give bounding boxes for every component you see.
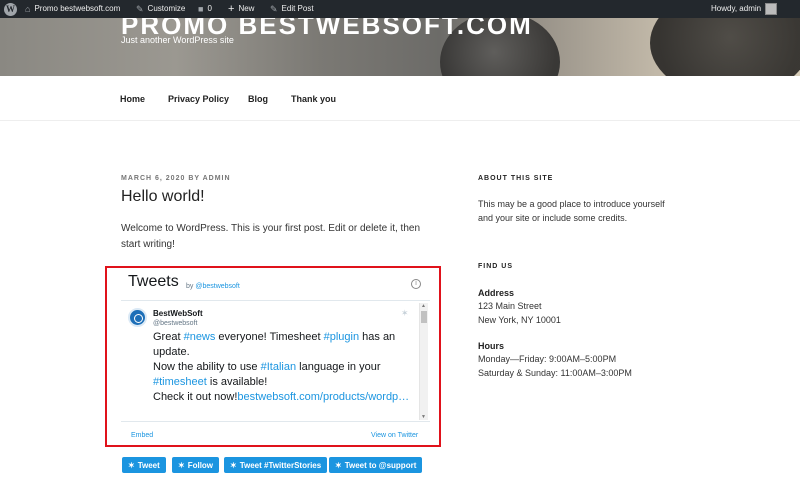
twitter-bird-icon: ✶ — [178, 460, 185, 470]
edit-post-label: Edit Post — [281, 4, 314, 13]
admin-bar-new[interactable]: + New — [228, 0, 254, 18]
tweet-text-part: language in your — [296, 361, 381, 373]
post-by: BY — [188, 175, 200, 182]
twitter-bird-icon: ✶ — [230, 460, 237, 470]
new-label: New — [238, 4, 255, 13]
nav-item-home[interactable]: Home — [120, 94, 145, 104]
tweet-button[interactable]: ✶ Tweet — [122, 457, 166, 473]
plus-icon: + — [228, 3, 235, 15]
tweets-title: Tweets — [128, 273, 179, 290]
tweet-to-support-button-label: Tweet to @support — [344, 460, 417, 470]
tweet-text-part: Now the ability to use — [153, 361, 261, 373]
nav-item-blog[interactable]: Blog — [248, 94, 268, 104]
scrollbar-thumb[interactable] — [421, 311, 427, 323]
user-avatar — [765, 3, 778, 15]
comment-icon: ■ — [198, 4, 204, 14]
post-title: Hello world! — [121, 188, 205, 205]
scroll-down-arrow-icon[interactable]: ▼ — [421, 414, 426, 420]
tweets-by: by @bestwebsoft — [186, 283, 240, 290]
embed-link[interactable]: Embed — [131, 432, 153, 439]
find-us-heading: FIND US — [478, 263, 513, 270]
admin-bar-site-link[interactable]: ⌂ Promo bestwebsoft.com — [25, 0, 120, 18]
post-meta: MARCH 6, 2020 BY ADMIN — [121, 175, 231, 182]
hours-label: Hours — [478, 341, 505, 351]
tweet-text-part: everyone! Timesheet — [215, 331, 324, 343]
tweet-text-part: Great — [153, 331, 184, 343]
address-label: Address — [478, 288, 515, 298]
tweet-author-name[interactable]: BestWebSoft — [153, 309, 203, 318]
tweet-feed-scrollbar[interactable]: ▲ ▼ — [419, 303, 428, 420]
info-icon[interactable]: i — [411, 279, 421, 289]
tweet-text: Great #news everyone! Timesheet #plugin … — [153, 330, 415, 405]
site-name-label: Promo bestwebsoft.com — [34, 4, 121, 13]
pencil-icon: ✎ — [270, 4, 278, 14]
twitter-bird-icon: ✶ — [128, 460, 135, 470]
admin-bar: W ⌂ Promo bestwebsoft.com ✎ Customize ■ … — [0, 0, 800, 18]
tweet-to-support-button[interactable]: ✶ Tweet to @support — [329, 457, 423, 473]
about-text: This may be a good place to introduce yo… — [478, 199, 665, 223]
hashtag-link[interactable]: #plugin — [324, 331, 359, 343]
hours-line-2: Saturday & Sunday: 11:00AM–3:00PM — [478, 368, 632, 378]
hours-line-1: Monday—Friday: 9:00AM–5:00PM — [478, 354, 617, 364]
scroll-up-arrow-icon[interactable]: ▲ — [421, 303, 426, 309]
post-date[interactable]: MARCH 6, 2020 — [121, 175, 185, 182]
admin-bar-edit-post[interactable]: ✎ Edit Post — [270, 0, 314, 18]
address-line-1: 123 Main Street — [478, 301, 542, 311]
tweet-hashtag-button[interactable]: ✶ Tweet #TwitterStories — [224, 457, 328, 473]
tweets-by-word: by — [186, 283, 194, 290]
site-header: PROMO BESTWEBSOFT.COM Just another WordP… — [0, 18, 800, 76]
hashtag-link[interactable]: #Italian — [261, 361, 296, 373]
hashtag-link[interactable]: #news — [184, 331, 216, 343]
about-heading: ABOUT THIS SITE — [478, 175, 554, 182]
wp-logo-menu[interactable]: W — [4, 0, 17, 18]
howdy-label: Howdy, admin — [711, 4, 762, 13]
tweet-text-part: is available! — [206, 376, 268, 388]
comments-count: 0 — [207, 4, 212, 13]
home-icon: ⌂ — [25, 4, 31, 14]
nav-item-thank-you[interactable]: Thank you — [291, 94, 336, 104]
main-navigation: Home Privacy Policy Blog Thank you — [0, 76, 800, 121]
address-line-2: New York, NY 10001 — [478, 315, 561, 325]
tweet-text-part: Check it out now! — [153, 391, 238, 403]
twitter-bird-icon: ✶ — [335, 460, 342, 470]
admin-bar-comments[interactable]: ■ 0 — [198, 0, 212, 18]
post-content: Welcome to WordPress. This is your first… — [121, 223, 421, 250]
view-on-twitter-link[interactable]: View on Twitter — [371, 432, 418, 439]
tweet-last-line: Check it out now!bestwebsoft.com/product… — [153, 390, 415, 405]
follow-button[interactable]: ✶ Follow — [172, 457, 220, 473]
tweet-button-label: Tweet — [137, 460, 160, 470]
follow-button-label: Follow — [187, 460, 214, 470]
tweet-author-avatar[interactable] — [128, 308, 147, 327]
tweet-url-link[interactable]: bestwebsoft.com/products/wordp… — [237, 391, 409, 403]
tweet-hashtag-button-label: Tweet #TwitterStories — [239, 460, 322, 470]
site-tagline: Just another WordPress site — [121, 35, 234, 45]
admin-bar-customize[interactable]: ✎ Customize — [136, 0, 185, 18]
twitter-bird-icon[interactable]: ✶ — [401, 308, 409, 319]
wordpress-logo-icon: W — [4, 2, 17, 16]
customize-label: Customize — [147, 4, 186, 13]
header-image-orb-right — [650, 18, 800, 76]
post-author[interactable]: ADMIN — [203, 175, 231, 182]
nav-item-privacy-policy[interactable]: Privacy Policy — [168, 94, 229, 104]
hashtag-link[interactable]: #timesheet — [153, 376, 207, 388]
tweets-by-handle-link[interactable]: @bestwebsoft — [195, 283, 239, 290]
brush-icon: ✎ — [136, 4, 144, 14]
admin-bar-account[interactable]: Howdy, admin — [711, 0, 778, 18]
tweet-author-handle[interactable]: @bestwebsoft — [153, 320, 197, 327]
